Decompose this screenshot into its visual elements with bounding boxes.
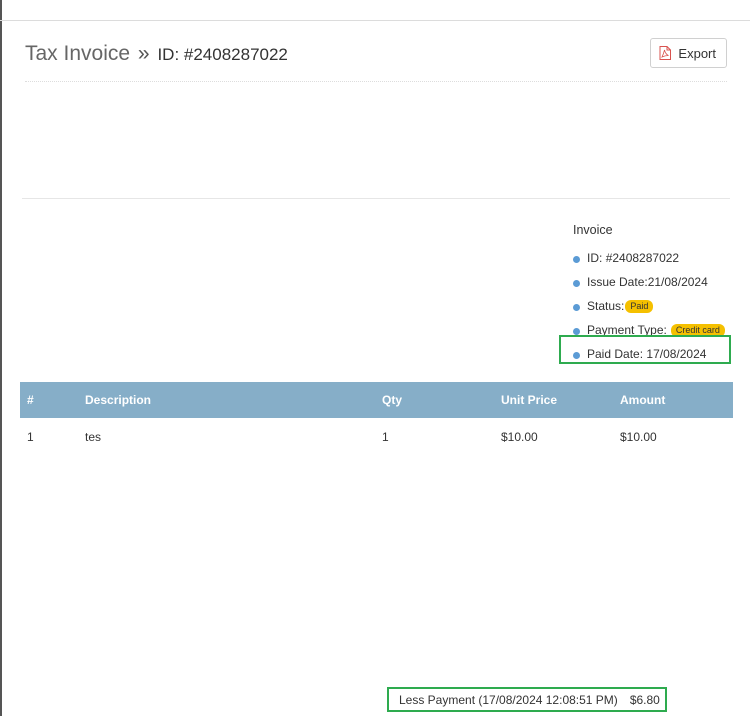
column-header-description: Description [85, 393, 152, 407]
table-row: 1 tes 1 $10.00 $10.00 [20, 418, 733, 456]
header-divider [25, 81, 727, 82]
issue-date-value: 21/08/2024 [647, 275, 708, 289]
bullet-icon [573, 255, 580, 263]
invoice-id-title: ID: #2408287022 [157, 45, 288, 64]
window-left-edge [0, 0, 2, 716]
paid-date-highlight [559, 335, 731, 364]
cell-number: 1 [27, 430, 34, 444]
top-divider [0, 20, 750, 21]
bullet-icon [573, 303, 580, 311]
invoice-id-label: ID: [587, 251, 603, 265]
column-header-number: # [27, 393, 34, 407]
less-payment-line: Less Payment (17/08/2024 12:08:51 PM) $6… [387, 687, 667, 712]
export-button[interactable]: Export [650, 38, 727, 68]
invoice-info-heading: Invoice [573, 223, 613, 237]
title-separator: » [137, 42, 150, 65]
status-badge: Paid [625, 299, 654, 313]
column-header-amount: Amount [620, 393, 666, 407]
cell-amount: $10.00 [620, 430, 657, 444]
cell-description: tes [85, 430, 102, 444]
section-divider [22, 198, 730, 199]
status-row: Status: Paid [573, 294, 743, 318]
export-button-label: Export [678, 45, 716, 61]
less-payment-amount: $6.80 [629, 692, 660, 707]
bullet-icon [573, 327, 580, 335]
page-header: Tax Invoice » ID: #2408287022 Export [25, 38, 727, 72]
column-header-qty: Qty [382, 393, 403, 407]
issue-date-row: Issue Date: 21/08/2024 [573, 270, 743, 294]
invoice-id-row: ID: #2408287022 [573, 246, 743, 270]
status-label: Status: [587, 299, 625, 313]
table-header-row: # Description Qty Unit Price Amount [20, 382, 733, 418]
pdf-file-icon [659, 46, 672, 60]
bullet-icon [573, 279, 580, 287]
less-payment-label: Less Payment (17/08/2024 12:08:51 PM) [399, 692, 618, 707]
cell-unit-price: $10.00 [501, 430, 538, 444]
issue-date-label: Issue Date: [587, 275, 648, 289]
cell-qty: 1 [382, 430, 389, 444]
invoice-id-value: #2408287022 [605, 251, 680, 265]
page-title: Tax Invoice » ID: #2408287022 [25, 42, 288, 66]
page-title-text: Tax Invoice [25, 42, 131, 65]
invoice-items-table: # Description Qty Unit Price Amount 1 te… [20, 382, 733, 456]
column-header-unit-price: Unit Price [501, 393, 558, 407]
